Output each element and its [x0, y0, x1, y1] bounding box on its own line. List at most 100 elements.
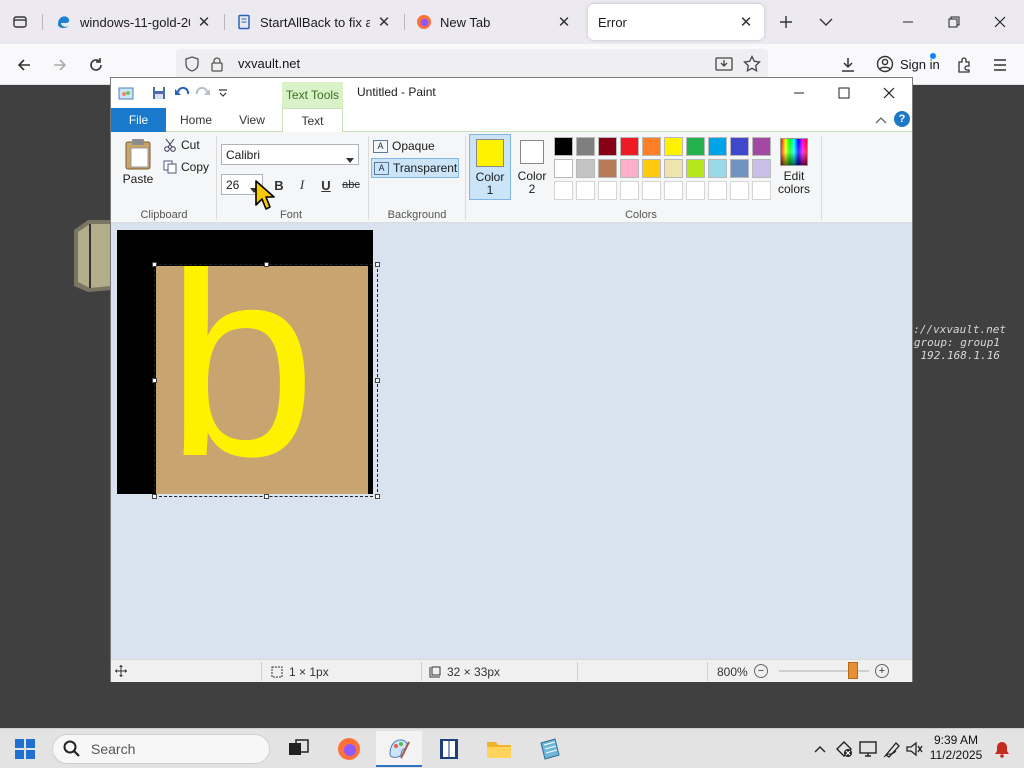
paint-app-icon[interactable]: [118, 85, 134, 101]
palette-swatch[interactable]: [620, 137, 639, 156]
network-off-icon[interactable]: [834, 739, 854, 759]
opaque-button[interactable]: A Opaque: [371, 136, 459, 156]
zoom-out-icon[interactable]: −: [754, 664, 768, 678]
palette-swatch[interactable]: [752, 137, 771, 156]
resize-handle[interactable]: [152, 262, 157, 267]
palette-swatch[interactable]: [576, 159, 595, 178]
font-family-select[interactable]: Calibri: [221, 144, 359, 165]
color2-button[interactable]: Color 2: [511, 134, 553, 200]
shield-icon[interactable]: [184, 56, 200, 75]
back-icon[interactable]: [10, 51, 38, 79]
palette-swatch[interactable]: [730, 137, 749, 156]
task-view-button[interactable]: [276, 731, 322, 767]
system-clock[interactable]: 9:39 AM 11/2/2025: [920, 733, 992, 763]
text-selection-box[interactable]: [152, 262, 380, 499]
forward-icon[interactable]: [46, 51, 74, 79]
edit-colors-button[interactable]: Edit colors: [774, 138, 814, 196]
cut-button[interactable]: Cut: [163, 138, 200, 152]
taskbar-file-explorer[interactable]: [476, 731, 522, 767]
tab-list-icon[interactable]: [8, 10, 32, 34]
zoom-slider-thumb[interactable]: [848, 662, 858, 679]
pen-icon[interactable]: [882, 739, 902, 759]
lock-icon[interactable]: [210, 56, 224, 75]
palette-swatch[interactable]: [686, 181, 705, 200]
strikethrough-button[interactable]: abc: [339, 175, 363, 195]
palette-swatch[interactable]: [554, 137, 573, 156]
start-button[interactable]: [2, 731, 48, 767]
palette-swatch[interactable]: [642, 181, 661, 200]
url-text[interactable]: vxvault.net: [238, 56, 300, 71]
tab-text[interactable]: Text: [282, 108, 343, 133]
chevron-down-icon[interactable]: [812, 8, 840, 36]
display-icon[interactable]: [858, 739, 878, 759]
palette-swatch[interactable]: [708, 181, 727, 200]
palette-swatch[interactable]: [686, 159, 705, 178]
canvas-area[interactable]: b: [111, 223, 912, 659]
resize-handle[interactable]: [264, 494, 269, 499]
restore-icon[interactable]: [940, 8, 968, 36]
palette-swatch[interactable]: [664, 137, 683, 156]
palette-swatch[interactable]: [620, 181, 639, 200]
palette-swatch[interactable]: [730, 181, 749, 200]
extensions-icon[interactable]: [950, 51, 978, 79]
browser-tab-active[interactable]: Error ✕: [588, 4, 764, 40]
palette-swatch[interactable]: [664, 159, 683, 178]
palette-swatch[interactable]: [598, 137, 617, 156]
resize-handle[interactable]: [375, 378, 380, 383]
palette-swatch[interactable]: [730, 159, 749, 178]
close-tab-icon[interactable]: ✕: [376, 14, 392, 31]
url-bar[interactable]: vxvault.net: [176, 49, 768, 79]
tab-file[interactable]: File: [111, 108, 166, 132]
taskbar-firefox[interactable]: [326, 731, 372, 767]
bookmark-star-icon[interactable]: [743, 54, 761, 76]
resize-handle[interactable]: [152, 494, 157, 499]
taskbar-search[interactable]: Search: [52, 734, 270, 764]
resize-handle[interactable]: [264, 262, 269, 267]
menu-icon[interactable]: [986, 51, 1014, 79]
resize-handle[interactable]: [152, 378, 157, 383]
redo-icon[interactable]: [195, 85, 211, 101]
downloads-icon[interactable]: [834, 51, 862, 79]
zoom-in-icon[interactable]: +: [875, 664, 889, 678]
italic-button[interactable]: I: [292, 175, 312, 195]
close-tab-icon[interactable]: ✕: [196, 14, 212, 31]
paste-button[interactable]: Paste: [119, 138, 157, 188]
tab-home[interactable]: Home: [171, 108, 221, 132]
tab-view[interactable]: View: [227, 108, 277, 132]
taskbar-paint[interactable]: [376, 731, 422, 767]
collapse-ribbon-icon[interactable]: [875, 114, 887, 128]
browser-tab[interactable]: StartAllBack to fix all W ✕: [226, 4, 402, 40]
taskbar-notes[interactable]: [426, 731, 472, 767]
browser-tab[interactable]: New Tab ✕: [406, 4, 582, 40]
help-icon[interactable]: ?: [894, 111, 910, 127]
palette-swatch[interactable]: [686, 137, 705, 156]
copy-button[interactable]: Copy: [163, 160, 209, 174]
reload-icon[interactable]: [82, 51, 110, 79]
palette-swatch[interactable]: [620, 159, 639, 178]
taskbar-app[interactable]: [526, 731, 572, 767]
underline-button[interactable]: U: [316, 175, 336, 195]
resize-handle[interactable]: [375, 262, 380, 267]
reader-view-icon[interactable]: [715, 56, 733, 75]
resize-handle[interactable]: [375, 494, 380, 499]
palette-swatch[interactable]: [752, 159, 771, 178]
undo-icon[interactable]: [174, 85, 190, 101]
notification-bell-icon[interactable]: [992, 739, 1012, 759]
palette-swatch[interactable]: [664, 181, 683, 200]
close-icon[interactable]: [866, 78, 912, 108]
palette-swatch[interactable]: [708, 137, 727, 156]
customize-toolbar-icon[interactable]: [215, 85, 231, 101]
new-tab-icon[interactable]: [772, 8, 800, 36]
palette-swatch[interactable]: [752, 181, 771, 200]
transparent-button[interactable]: A Transparent: [371, 158, 459, 178]
palette-swatch[interactable]: [554, 181, 573, 200]
color1-button[interactable]: Color 1: [469, 134, 511, 200]
palette-swatch[interactable]: [598, 181, 617, 200]
palette-swatch[interactable]: [576, 137, 595, 156]
chevron-up-icon[interactable]: [810, 739, 830, 759]
sign-in-button[interactable]: Sign in: [870, 49, 940, 79]
close-tab-icon[interactable]: ✕: [738, 14, 754, 31]
browser-tab[interactable]: windows-11-gold-2025 ✕: [46, 4, 222, 40]
close-window-icon[interactable]: [986, 8, 1014, 36]
palette-swatch[interactable]: [598, 159, 617, 178]
